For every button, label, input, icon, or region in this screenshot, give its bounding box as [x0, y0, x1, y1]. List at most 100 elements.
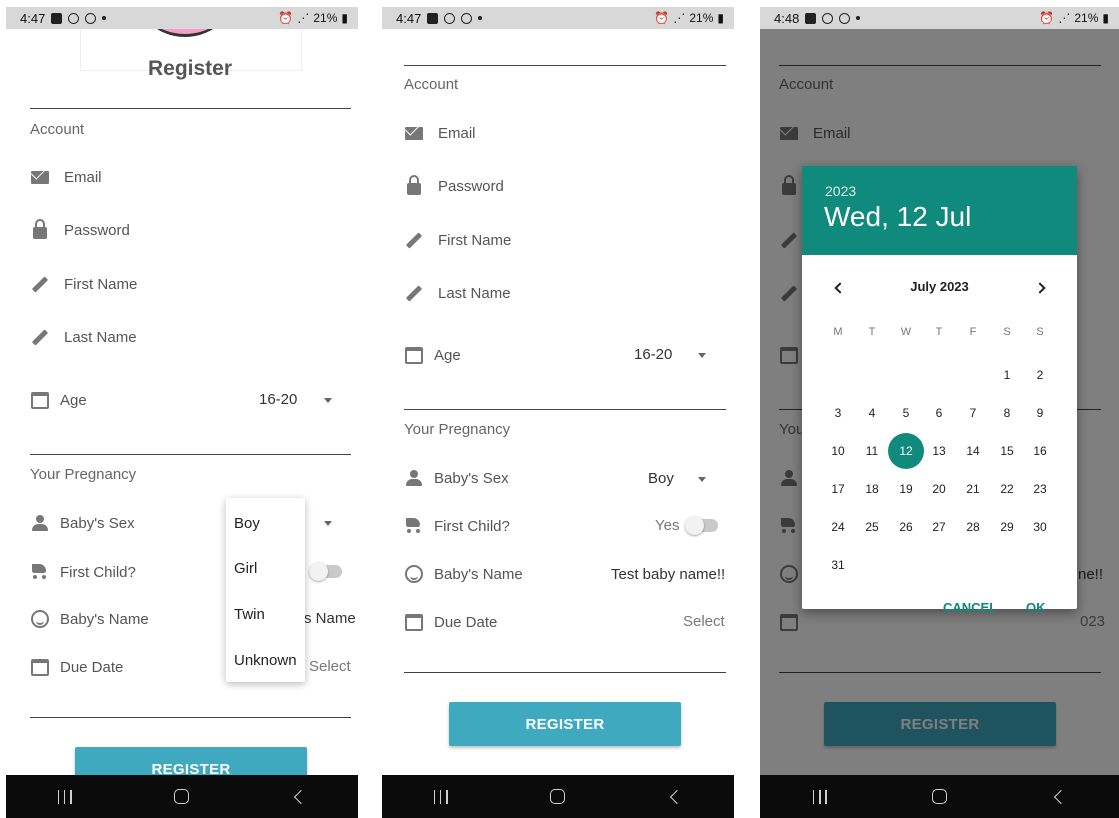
- calendar-day[interactable]: 21: [956, 472, 990, 506]
- first-name-field[interactable]: First Name: [404, 230, 511, 250]
- navigation-bar: [760, 775, 1119, 818]
- back-button[interactable]: [664, 786, 686, 808]
- calendar-day[interactable]: 11: [855, 434, 889, 468]
- back-button[interactable]: [288, 786, 310, 808]
- babys-name-field[interactable]: Baby's Name: [404, 564, 523, 584]
- alarm-icon: ⏰: [654, 11, 670, 25]
- recent-apps-button[interactable]: [430, 786, 452, 808]
- calendar-day[interactable]: 13: [922, 434, 956, 468]
- status-bar: 4:47 ⏰ ⋰ 21% ▮: [382, 7, 734, 29]
- first-child-toggle[interactable]: [309, 562, 342, 581]
- age-select[interactable]: Age: [30, 390, 87, 410]
- babys-name-field[interactable]: Baby's Name: [30, 609, 149, 629]
- calendar-day[interactable]: 10: [821, 434, 855, 468]
- dropdown-option-boy[interactable]: Boy: [234, 515, 260, 532]
- calendar-day[interactable]: 17: [821, 472, 855, 506]
- babys-name-value: s Name: [304, 610, 356, 627]
- divider: [30, 108, 351, 109]
- calendar-icon: [405, 346, 423, 364]
- calendar-day[interactable]: 27: [922, 510, 956, 544]
- calendar-icon: [31, 658, 49, 676]
- first-name-label: First Name: [64, 275, 138, 293]
- age-value: 16-20: [634, 346, 673, 363]
- chevron-down-icon: [324, 398, 332, 403]
- phone-panel-filled: 4:47 ⏰ ⋰ 21% ▮ Account Email Password Fi…: [382, 7, 734, 818]
- clock-icon: [444, 12, 456, 24]
- age-label: Age: [60, 391, 87, 409]
- phone-panel-date-picker: 4:48 ⏰ ⋰ 21% ▮ Account Email: [760, 7, 1119, 818]
- calendar-day[interactable]: 5: [889, 396, 923, 430]
- smile-icon: [405, 565, 423, 583]
- gallery-icon: [51, 12, 63, 24]
- calendar-day[interactable]: 24: [821, 510, 855, 544]
- calendar-day[interactable]: 1: [990, 358, 1024, 392]
- dropdown-option-twin[interactable]: Twin: [234, 606, 265, 623]
- calendar-day[interactable]: 23: [1023, 472, 1057, 506]
- email-field[interactable]: Email: [30, 167, 102, 187]
- pencil-icon: [31, 275, 49, 293]
- calendar-day[interactable]: 14: [956, 434, 990, 468]
- calendar-day[interactable]: 28: [956, 510, 990, 544]
- babys-name-label: Baby's Name: [60, 610, 149, 628]
- smile-icon: [31, 610, 49, 628]
- calendar-day[interactable]: 29: [990, 510, 1024, 544]
- password-field[interactable]: Password: [404, 174, 504, 196]
- calendar-day[interactable]: 16: [1023, 434, 1057, 468]
- pencil-icon: [31, 328, 49, 346]
- email-field[interactable]: Email: [404, 123, 476, 143]
- first-child-toggle[interactable]: [685, 516, 718, 535]
- password-field[interactable]: Password: [30, 218, 130, 240]
- status-time: 4:47: [20, 10, 46, 26]
- register-button[interactable]: REGISTER: [449, 702, 681, 746]
- home-button[interactable]: [547, 786, 569, 808]
- status-time: 4:48: [774, 10, 800, 26]
- calendar-day[interactable]: 31: [821, 548, 855, 582]
- calendar-day[interactable]: 26: [889, 510, 923, 544]
- calendar-day[interactable]: 6: [922, 396, 956, 430]
- last-name-field[interactable]: Last Name: [30, 327, 137, 347]
- dropdown-option-girl[interactable]: Girl: [234, 560, 257, 577]
- calendar-day[interactable]: 19: [889, 472, 923, 506]
- recent-apps-button[interactable]: [54, 786, 76, 808]
- calendar-day[interactable]: 22: [990, 472, 1024, 506]
- screenshot-collage: 4:47 ⏰ ⋰ 21% ▮ Register Account Email Pa…: [0, 0, 1119, 818]
- calendar-day[interactable]: 7: [956, 396, 990, 430]
- babys-name-value[interactable]: Test baby name!!: [611, 566, 725, 583]
- age-value: 16-20: [259, 391, 298, 408]
- babys-sex-select[interactable]: Baby's Sex: [30, 513, 135, 533]
- status-bar: 4:47 ⏰ ⋰ 21% ▮: [6, 7, 358, 29]
- calendar-day[interactable]: 20: [922, 472, 956, 506]
- calendar-day[interactable]: 9: [1023, 396, 1057, 430]
- babys-sex-label: Baby's Sex: [60, 514, 135, 532]
- due-date-field[interactable]: Due Date: [30, 657, 123, 677]
- divider: [30, 454, 351, 455]
- first-name-field[interactable]: First Name: [30, 274, 137, 294]
- calendar-day[interactable]: 15: [990, 434, 1024, 468]
- babys-sex-select[interactable]: Baby's Sex: [404, 468, 509, 488]
- first-name-label: First Name: [438, 231, 512, 249]
- calendar-day-selected[interactable]: 12: [888, 433, 924, 469]
- calendar-day[interactable]: 3: [821, 396, 855, 430]
- calendar-day[interactable]: 4: [855, 396, 889, 430]
- section-pregnancy: Your Pregnancy: [404, 421, 511, 438]
- due-date-field[interactable]: Due Date: [404, 612, 497, 632]
- home-button[interactable]: [171, 786, 193, 808]
- calendar-day[interactable]: 8: [990, 396, 1024, 430]
- first-child-label: First Child?: [434, 517, 510, 535]
- last-name-field[interactable]: Last Name: [404, 283, 511, 303]
- calendar-day[interactable]: 18: [855, 472, 889, 506]
- phone-panel-dropdown: 4:47 ⏰ ⋰ 21% ▮ Register Account Email Pa…: [6, 7, 358, 818]
- calendar-day[interactable]: 2: [1023, 358, 1057, 392]
- weekday-header: M: [833, 326, 843, 338]
- back-button[interactable]: [1048, 786, 1070, 808]
- calendar-icon: [31, 391, 49, 409]
- dropdown-option-unknown[interactable]: Unknown: [234, 652, 297, 669]
- recent-apps-button[interactable]: [809, 786, 831, 808]
- divider: [30, 717, 351, 718]
- age-select[interactable]: Age: [404, 345, 461, 365]
- stroller-icon: [30, 564, 50, 580]
- calendar-day[interactable]: 25: [855, 510, 889, 544]
- home-button[interactable]: [928, 786, 950, 808]
- person-icon: [31, 515, 49, 531]
- calendar-day[interactable]: 30: [1023, 510, 1057, 544]
